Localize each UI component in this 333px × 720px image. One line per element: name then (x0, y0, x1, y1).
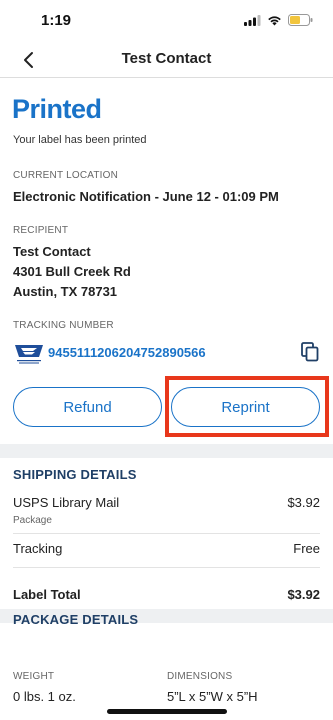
divider (13, 533, 320, 534)
tracking-row-label: Tracking (13, 541, 63, 556)
current-location-value: Electronic Notification - June 12 - 01:0… (13, 189, 279, 204)
divider (13, 567, 320, 568)
shipping-details-title: SHIPPING DETAILS (13, 467, 137, 482)
shipping-service-name: USPS Library Mail (13, 495, 120, 510)
label-status-subtitle: Your label has been printed (13, 134, 147, 146)
nav-bar: Test Contact (0, 40, 333, 78)
tracking-number-label: TRACKING NUMBER (13, 320, 114, 331)
signal-icon (244, 14, 261, 26)
status-bar: 1:19 (0, 0, 333, 44)
shipping-service-price: $3.92 (287, 495, 320, 510)
weight-label: WEIGHT (13, 671, 55, 682)
tracking-number-link[interactable]: 9455111206204752890566 (48, 345, 206, 360)
reprint-highlight-box (165, 376, 329, 437)
page-title: Test Contact (121, 50, 212, 67)
home-indicator (107, 709, 227, 714)
package-details-title: PACKAGE DETAILS (13, 612, 139, 627)
status-icons (244, 14, 313, 26)
status-time: 1:19 (41, 12, 72, 29)
copy-icon[interactable] (301, 342, 319, 362)
current-location-label: CURRENT LOCATION (13, 170, 119, 181)
shipping-service-sub: Package (13, 515, 52, 526)
dimensions-value: 5”L x 5”W x 5”H (167, 689, 258, 704)
recipient-name: Test Contact (13, 244, 91, 259)
tracking-row-price: Free (293, 541, 320, 556)
recipient-address-line1: 4301 Bull Creek Rd (13, 264, 131, 279)
battery-icon (288, 14, 313, 26)
recipient-label: RECIPIENT (13, 225, 69, 236)
recipient-address-line2: Austin, TX 78731 (13, 284, 118, 299)
section-divider (0, 444, 333, 458)
label-status-title: Printed (12, 94, 102, 124)
refund-button[interactable]: Refund (13, 387, 162, 427)
label-total-label: Label Total (13, 587, 81, 602)
wifi-icon (268, 15, 281, 25)
dimensions-label: DIMENSIONS (167, 671, 233, 682)
weight-value: 0 lbs. 1 oz. (13, 689, 76, 704)
label-total-price: $3.92 (287, 587, 320, 602)
usps-eagle-logo-icon (15, 345, 43, 364)
